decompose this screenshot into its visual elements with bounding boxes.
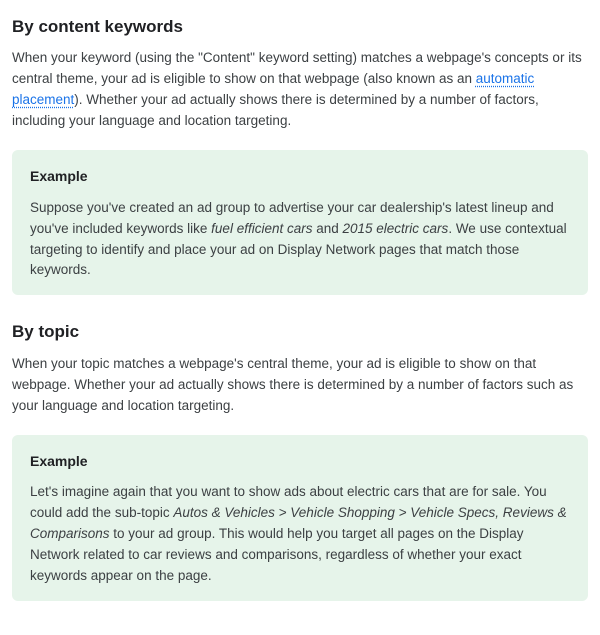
text: ). Whether your ad actually shows there … — [12, 92, 539, 128]
section-by-topic: By topic When your topic matches a webpa… — [12, 319, 588, 600]
example-label: Example — [30, 451, 570, 473]
paragraph-content-keywords: When your keyword (using the "Content" k… — [12, 48, 588, 132]
example-box-keywords: Example Suppose you've created an ad gro… — [12, 150, 588, 295]
example-label: Example — [30, 166, 570, 188]
section-content-keywords: By content keywords When your keyword (u… — [12, 14, 588, 295]
example-text: Suppose you've created an ad group to ad… — [30, 198, 570, 282]
example-box-topic: Example Let's imagine again that you wan… — [12, 435, 588, 601]
heading-content-keywords: By content keywords — [12, 14, 588, 40]
keyword-1: fuel efficient cars — [211, 221, 312, 236]
example-text: Let's imagine again that you want to sho… — [30, 482, 570, 587]
keyword-2: 2015 electric cars — [343, 221, 449, 236]
paragraph-by-topic: When your topic matches a webpage's cent… — [12, 354, 588, 417]
text: and — [312, 221, 342, 236]
heading-by-topic: By topic — [12, 319, 588, 345]
